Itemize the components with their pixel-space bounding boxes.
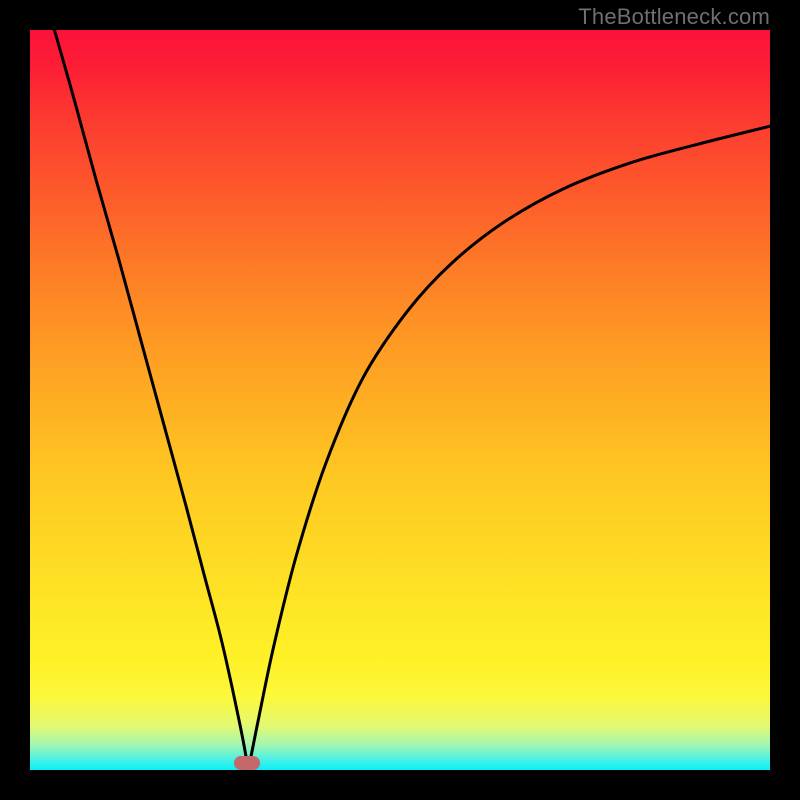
minimum-marker [234, 756, 260, 770]
curve-layer [30, 30, 770, 770]
source-label: TheBottleneck.com [578, 4, 770, 30]
curve-right-branch [248, 126, 770, 770]
plot-area [30, 30, 770, 770]
curve-left-branch [54, 30, 248, 770]
